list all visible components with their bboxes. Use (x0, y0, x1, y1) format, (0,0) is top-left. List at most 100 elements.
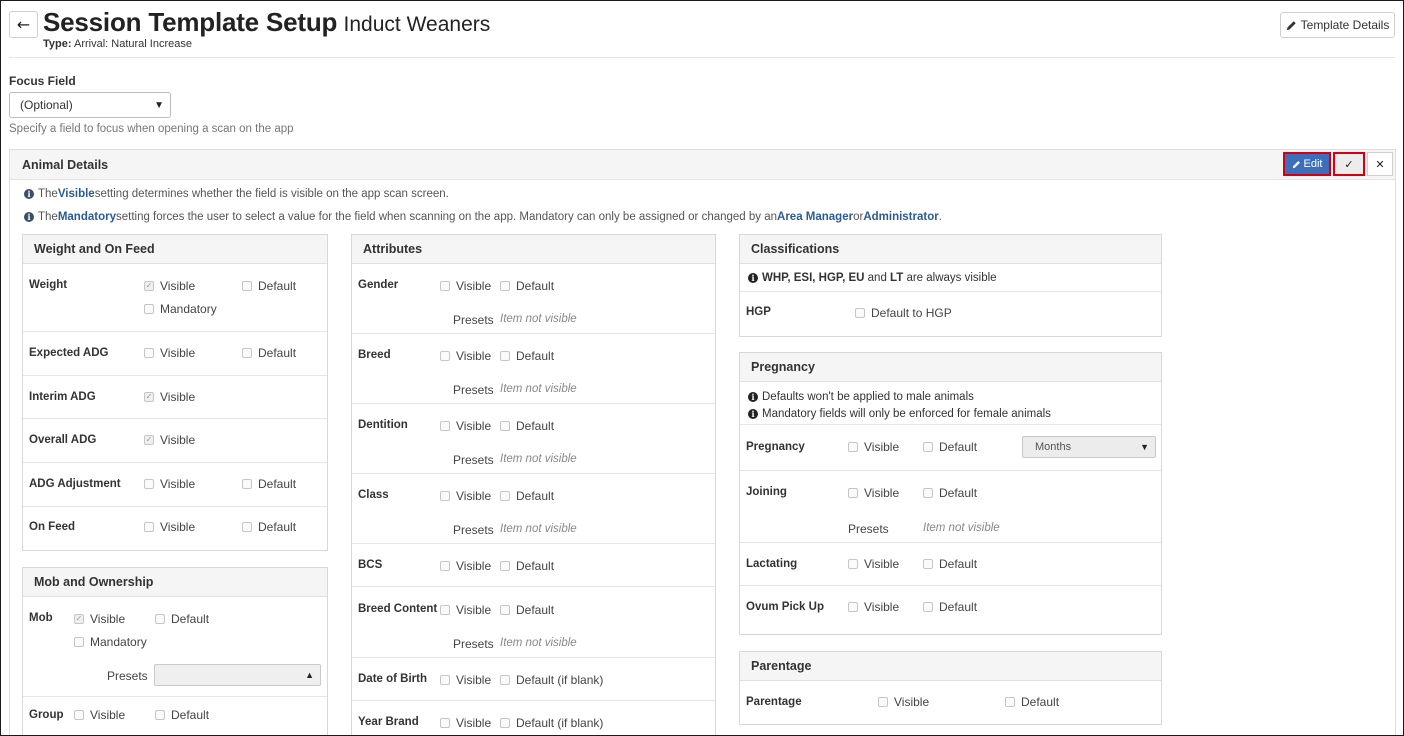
date-of-birth-default-checkbox[interactable]: Default (if blank) (500, 673, 603, 687)
checkbox-label: Visible (160, 279, 196, 293)
adg-adjustment-default-checkbox[interactable]: Default (242, 477, 296, 491)
info-icon: i (24, 212, 34, 222)
parentage-default-checkbox[interactable]: Default (1005, 695, 1059, 709)
checkbox-box (74, 637, 84, 647)
info-icon: i (748, 408, 758, 419)
weight-default-checkbox[interactable]: Default (242, 279, 296, 293)
adg-adjustment-visible-checkbox[interactable]: Visible (144, 477, 195, 491)
ovum-pick-up-visible-checkbox[interactable]: Visible (848, 600, 899, 614)
breed-content-visible-checkbox[interactable]: Visible (440, 603, 491, 617)
template-details-button[interactable]: Template Details (1280, 12, 1395, 38)
animal-details-header: Animal Details Edit ✓ ✕ (10, 150, 1395, 180)
joining-default-checkbox[interactable]: Default (923, 486, 977, 500)
field-row-ovum-pick-up: Ovum Pick Up Visible Default (740, 586, 1161, 630)
chevron-down-icon: ▼ (1140, 442, 1149, 452)
checkbox-label: Visible (456, 716, 492, 730)
pregnancy-default-checkbox[interactable]: Default (923, 440, 977, 454)
template-details-label: Template Details (1300, 18, 1390, 32)
note-text: and (864, 271, 891, 284)
field-label: Year Brand (358, 716, 419, 728)
interim-adg-visible-checkbox[interactable]: ✓ Visible (144, 390, 195, 404)
attributes-card-title: Attributes (352, 235, 715, 264)
info-highlight: Mandatory (57, 211, 116, 223)
checkbox-box (500, 675, 510, 685)
note-bold: LT (890, 271, 904, 284)
lactating-default-checkbox[interactable]: Default (923, 557, 977, 571)
on-feed-default-checkbox[interactable]: Default (242, 520, 296, 534)
year-brand-visible-checkbox[interactable]: Visible (440, 716, 491, 730)
pregnancy-visible-checkbox[interactable]: Visible (848, 440, 899, 454)
checkbox-box (440, 281, 450, 291)
field-label: Lactating (746, 558, 798, 570)
attributes-card: Attributes Gender Visible Default Preset… (351, 234, 716, 735)
checkbox-box (923, 488, 933, 498)
gender-default-checkbox[interactable]: Default (500, 279, 554, 293)
checkbox-label: Default (939, 600, 978, 614)
focus-field-select[interactable]: (Optional) ▼ (9, 92, 171, 118)
checkmark-icon: ✓ (144, 281, 154, 291)
cancel-button[interactable]: ✕ (1367, 152, 1393, 176)
field-label: Ovum Pick Up (746, 601, 824, 613)
weight-mandatory-checkbox[interactable]: Mandatory (144, 302, 217, 316)
checkbox-label: Visible (90, 708, 126, 722)
gender-visible-checkbox[interactable]: Visible (440, 279, 491, 293)
checkbox-box (242, 348, 252, 358)
checkbox-box (855, 308, 865, 318)
checkbox-box (144, 522, 154, 532)
year-brand-default-checkbox[interactable]: Default (if blank) (500, 716, 603, 730)
back-button[interactable]: ← (9, 11, 38, 38)
mob-mandatory-checkbox[interactable]: Mandatory (74, 635, 147, 649)
group-visible-checkbox[interactable]: Visible (74, 708, 125, 722)
save-button[interactable]: ✓ (1333, 152, 1365, 176)
breed-content-default-checkbox[interactable]: Default (500, 603, 554, 617)
field-label: HGP (746, 306, 771, 318)
checkbox-label: Default (258, 279, 297, 293)
checkbox-label: Visible (864, 557, 900, 571)
parentage-visible-checkbox[interactable]: Visible (878, 695, 929, 709)
field-row-interim-adg: Interim ADG ✓ Visible (23, 376, 327, 419)
overall-adg-visible-checkbox[interactable]: ✓ Visible (144, 433, 195, 447)
breed-default-checkbox[interactable]: Default (500, 349, 554, 363)
mob-visible-checkbox[interactable]: ✓ Visible (74, 612, 125, 626)
on-feed-visible-checkbox[interactable]: Visible (144, 520, 195, 534)
mob-default-checkbox[interactable]: Default (155, 612, 209, 626)
presets-not-visible: Item not visible (500, 523, 577, 535)
info-text: The (38, 188, 58, 200)
checkbox-label: Default (516, 419, 555, 433)
checkbox-box (440, 718, 450, 728)
presets-label: Presets (107, 669, 148, 683)
weight-visible-checkbox[interactable]: ✓ Visible (144, 279, 195, 293)
bcs-visible-checkbox[interactable]: Visible (440, 559, 491, 573)
field-row-dentition: Dentition Visible Default Presets Item n… (352, 404, 715, 474)
bcs-default-checkbox[interactable]: Default (500, 559, 554, 573)
info-text: The (38, 211, 58, 223)
weight-card: Weight and On Feed Weight ✓ Visible Defau… (22, 234, 328, 551)
field-row-mob: Mob ✓ Visible Default Mandatory Presets ▲ (23, 597, 327, 697)
field-row-joining: Joining Visible Default Presets Item not… (740, 471, 1161, 543)
group-default-checkbox[interactable]: Default (155, 708, 209, 722)
checkbox-box (440, 675, 450, 685)
checkbox-label: Visible (456, 559, 492, 573)
focus-field-value: (Optional) (20, 98, 73, 112)
checkbox-label: Default (1021, 695, 1060, 709)
dentition-visible-checkbox[interactable]: Visible (440, 419, 491, 433)
checkbox-box (500, 605, 510, 615)
ovum-pick-up-default-checkbox[interactable]: Default (923, 600, 977, 614)
edit-button[interactable]: Edit (1283, 152, 1331, 176)
expected-adg-default-checkbox[interactable]: Default (242, 346, 296, 360)
field-label: Mob (29, 612, 53, 624)
expected-adg-visible-checkbox[interactable]: Visible (144, 346, 195, 360)
dentition-default-checkbox[interactable]: Default (500, 419, 554, 433)
breed-visible-checkbox[interactable]: Visible (440, 349, 491, 363)
lactating-visible-checkbox[interactable]: Visible (848, 557, 899, 571)
mob-card: Mob and Ownership Mob ✓ Visible Default M… (22, 567, 328, 735)
mob-presets-select[interactable]: ▲ (154, 664, 321, 686)
class-visible-checkbox[interactable]: Visible (440, 489, 491, 503)
hgp-default-checkbox[interactable]: Default to HGP (855, 306, 952, 320)
checkbox-box (144, 304, 154, 314)
class-default-checkbox[interactable]: Default (500, 489, 554, 503)
pregnancy-units-select[interactable]: Months ▼ (1022, 436, 1156, 458)
checkbox-label: Default (171, 708, 210, 722)
joining-visible-checkbox[interactable]: Visible (848, 486, 899, 500)
date-of-birth-visible-checkbox[interactable]: Visible (440, 673, 491, 687)
